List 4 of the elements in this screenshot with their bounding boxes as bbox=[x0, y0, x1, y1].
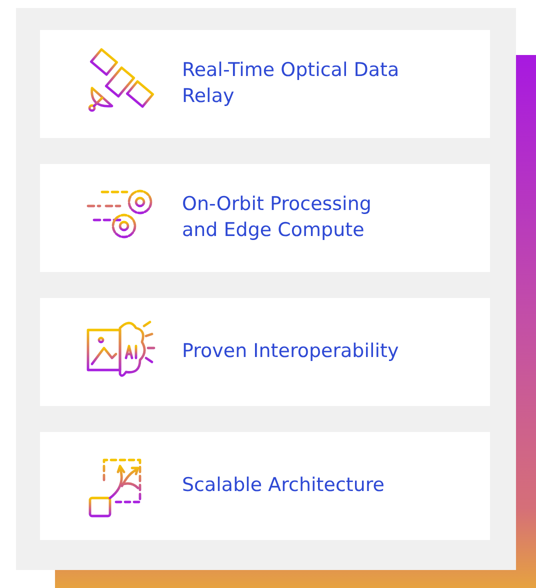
feature-title: Proven Interoperability bbox=[182, 339, 399, 364]
feature-title: Real-Time Optical Data Relay bbox=[182, 58, 400, 109]
feature-title: Scalable Architecture bbox=[182, 473, 384, 498]
feature-title: On-Orbit Processing and Edge Compute bbox=[182, 192, 372, 243]
